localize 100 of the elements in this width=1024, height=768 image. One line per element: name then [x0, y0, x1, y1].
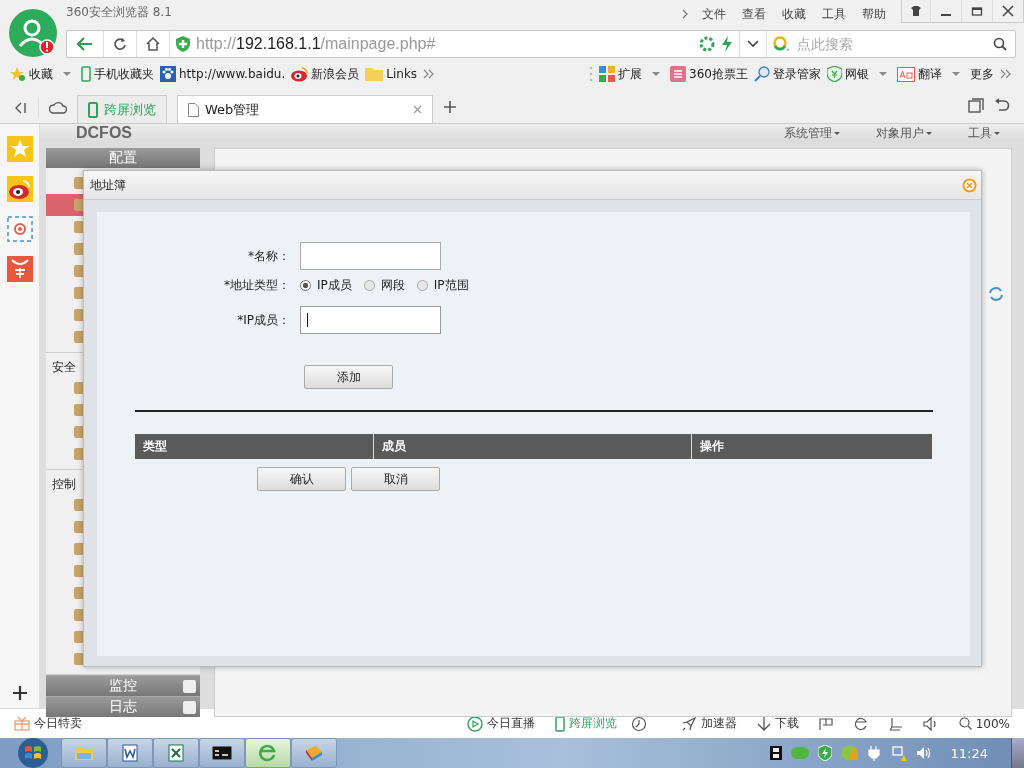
logo-text: DCFOS: [76, 124, 132, 142]
back-icon[interactable]: [76, 36, 94, 52]
menu-item[interactable]: 工具: [819, 5, 849, 23]
window-icon[interactable]: [888, 716, 903, 731]
nav-section-title: 控制: [51, 476, 77, 493]
bookmark-item[interactable]: 收藏: [10, 65, 53, 83]
bookmark-item[interactable]: Links: [365, 67, 418, 81]
menu-item[interactable]: 文件: [699, 5, 729, 23]
books-icon: [304, 744, 324, 762]
speed-icon[interactable]: [699, 36, 715, 52]
status-item[interactable]: 100%: [958, 716, 1010, 731]
toolbar-item[interactable]: 扩展: [599, 65, 643, 83]
caret-icon[interactable]: [952, 72, 960, 76]
status-link[interactable]: 今日特卖: [34, 715, 82, 732]
shield-icon: [176, 36, 190, 52]
sidebar-toggle-icon[interactable]: [14, 102, 28, 114]
toolbar-item[interactable]: 登录管家: [754, 65, 821, 83]
caret-icon[interactable]: [879, 72, 887, 76]
shield-icon: [827, 66, 842, 82]
eye-icon[interactable]: [6, 176, 33, 202]
search-icon[interactable]: [993, 37, 1007, 51]
toolbar-item[interactable]: 网银: [827, 65, 869, 83]
gift-icon[interactable]: [14, 716, 30, 731]
cloud-icon[interactable]: [49, 100, 67, 114]
flag-icon[interactable]: [818, 716, 833, 731]
phone-icon: [554, 715, 565, 732]
toolbar-item[interactable]: 更多: [970, 65, 994, 83]
shopping-bag-icon[interactable]: [6, 256, 33, 282]
toolbar-item[interactable]: 360抢票王: [670, 65, 748, 83]
show-desktop-button[interactable]: [1011, 738, 1024, 768]
paw-icon: [160, 66, 176, 82]
network-icon[interactable]: [890, 745, 907, 761]
folder-icon: [74, 745, 94, 761]
shield-icon[interactable]: [817, 745, 832, 761]
nav-header[interactable]: 配置: [46, 148, 200, 168]
dialog-button[interactable]: 确认: [257, 467, 346, 491]
grip-icon[interactable]: [589, 65, 594, 83]
radio-option[interactable]: IP成员: [300, 277, 352, 294]
close-tab-icon[interactable]: [413, 105, 422, 114]
mail-icon[interactable]: [6, 216, 33, 242]
avatar-icon[interactable]: [9, 9, 57, 57]
shirt-icon: [910, 6, 922, 16]
radio-option[interactable]: 网段: [363, 277, 405, 294]
status-item[interactable]: 下载: [756, 715, 799, 732]
volume-icon[interactable]: [915, 746, 932, 760]
plug-icon[interactable]: [867, 745, 882, 761]
search-field[interactable]: 点此搜索: [797, 36, 987, 52]
close-icon[interactable]: [962, 177, 977, 193]
refresh-icon[interactable]: [987, 285, 1005, 303]
double-chevron-icon[interactable]: [1000, 69, 1012, 79]
menu-item[interactable]: 查看: [739, 5, 769, 23]
browser-icon[interactable]: [852, 715, 869, 732]
field-label: *IP成员：: [236, 311, 290, 329]
bookmark-item[interactable]: http://www.baidu.: [160, 66, 286, 82]
dialog-button[interactable]: 取消: [351, 467, 440, 491]
lightning-icon[interactable]: [721, 36, 733, 52]
caret-icon[interactable]: [652, 72, 661, 76]
spreadsheet-icon: [167, 744, 185, 762]
volume-icon[interactable]: [922, 716, 939, 731]
input-field[interactable]: [300, 306, 441, 334]
input-field[interactable]: [300, 242, 441, 270]
dialog-title: 地址簿: [90, 176, 126, 194]
grid-icon: [599, 66, 616, 82]
home-icon[interactable]: [146, 37, 160, 51]
minimize-icon: [941, 14, 951, 16]
status-item[interactable]: 加速器: [680, 715, 737, 732]
nav-header[interactable]: 日志: [46, 696, 200, 717]
add-icon[interactable]: [12, 686, 27, 700]
menu-item[interactable]: 对象用户: [876, 124, 932, 142]
star-icon: [10, 66, 26, 82]
undo-icon[interactable]: [994, 98, 1010, 114]
double-chevron-icon[interactable]: [423, 69, 436, 79]
browser-icon: [258, 743, 278, 763]
nav-header[interactable]: 监控: [46, 675, 200, 696]
menu-item[interactable]: 工具: [968, 124, 1000, 142]
radio-option[interactable]: IP范围: [416, 277, 469, 294]
bookmark-item[interactable]: 手机收藏夹: [81, 65, 154, 83]
url-text[interactable]: http://192.168.1.1/mainpage.php#: [196, 35, 436, 53]
column-header: 成员: [374, 434, 692, 459]
menu-item[interactable]: 系统管理: [784, 124, 840, 142]
add-button[interactable]: 添加: [304, 365, 393, 389]
taskbar-app[interactable]: [199, 738, 245, 768]
bookmark-item[interactable]: 新浪会员: [291, 65, 360, 83]
dropdown-icon[interactable]: [746, 39, 760, 49]
status-item[interactable]: 今日直播: [466, 715, 535, 732]
windows-icon[interactable]: [968, 98, 984, 114]
caret-icon[interactable]: [63, 72, 71, 76]
film-icon[interactable]: [769, 746, 782, 760]
clock-icon[interactable]: [630, 715, 647, 732]
browser-tab[interactable]: Web管理: [177, 95, 433, 123]
document-icon: [188, 102, 199, 117]
ticket-icon: [670, 66, 687, 82]
menu-item[interactable]: 帮助: [859, 5, 889, 23]
search-engine-icon[interactable]: [773, 36, 791, 52]
address-bar[interactable]: http://192.168.1.1/mainpage.php# 点此搜索: [66, 30, 1016, 58]
toolbar-item[interactable]: 翻译: [897, 65, 942, 83]
chevron-icon[interactable]: [681, 8, 689, 20]
new-tab-icon[interactable]: [443, 100, 457, 114]
menu-item[interactable]: 收藏: [779, 5, 809, 23]
refresh-icon[interactable]: [113, 37, 127, 51]
